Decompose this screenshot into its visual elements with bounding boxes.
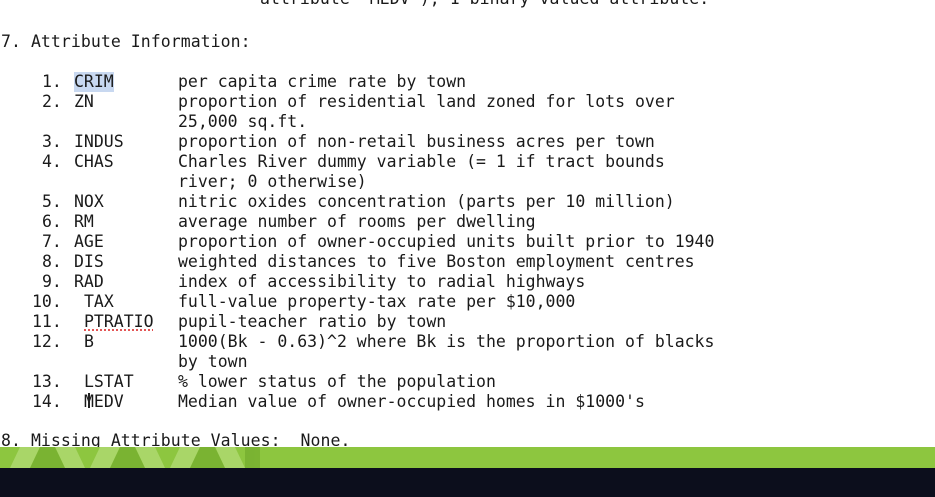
attribute-description: Median value of owner-occupied homes in …: [178, 392, 645, 411]
attribute-number: 3.: [42, 132, 62, 151]
attribute-description: average number of rooms per dwelling: [178, 212, 536, 231]
attribute-name: PTRATIO: [84, 312, 154, 331]
text-cursor-icon: [88, 393, 90, 408]
attribute-name: CRIM: [74, 72, 114, 92]
attribute-description: proportion of residential land zoned for…: [178, 92, 675, 111]
attribute-name: AGE: [74, 232, 104, 251]
attribute-number: 9.: [42, 272, 62, 291]
attribute-number: 11.: [32, 312, 62, 331]
dark-bottom-band: [0, 468, 935, 497]
attribute-name: TAX: [84, 292, 114, 311]
attribute-name: INDUS: [74, 132, 124, 151]
attribute-description: 25,000 sq.ft.: [178, 112, 308, 131]
attribute-number: 5.: [42, 192, 62, 211]
attribute-description: pupil-teacher ratio by town: [178, 312, 447, 331]
attribute-description: Charles River dummy variable (= 1 if tra…: [178, 152, 665, 171]
attribute-name: NOX: [74, 192, 104, 211]
attribute-number: 4.: [42, 152, 62, 171]
document-view[interactable]: attribute "MEDV"), 1 binary-valued attri…: [0, 0, 935, 449]
attribute-number: 12.: [32, 332, 62, 351]
attribute-name: LSTAT: [84, 372, 134, 391]
attribute-description: weighted distances to five Boston employ…: [178, 252, 695, 271]
attribute-name: B: [84, 332, 94, 351]
attribute-description: proportion of owner-occupied units built…: [178, 232, 715, 251]
attribute-number: 14.: [32, 392, 62, 411]
attribute-number: 2.: [42, 92, 62, 111]
attribute-name: ZN: [74, 92, 94, 111]
attribute-number: 1.: [42, 72, 62, 91]
attribute-number: 7.: [42, 232, 62, 251]
attribute-description: nitric oxides concentration (parts per 1…: [178, 192, 675, 211]
footer-banner: [0, 447, 935, 468]
attribute-name: DIS: [74, 252, 104, 271]
attribute-number: 13.: [32, 372, 62, 391]
attribute-description: 1000(Bk - 0.63)^2 where Bk is the propor…: [178, 332, 715, 351]
attribute-description: proportion of non-retail business acres …: [178, 132, 655, 151]
attribute-name: RM: [74, 212, 94, 231]
attribute-description: full-value property-tax rate per $10,000: [178, 292, 576, 311]
attribute-name: RAD: [74, 272, 104, 291]
attribute-number: 10.: [32, 292, 62, 311]
attribute-number: 6.: [42, 212, 62, 231]
attribute-description: % lower status of the population: [178, 372, 496, 391]
section-7-heading: 7. Attribute Information:: [1, 32, 251, 51]
attribute-number: 8.: [42, 252, 62, 271]
attribute-description: per capita crime rate by town: [178, 72, 467, 91]
attribute-description: index of accessibility to radial highway…: [178, 272, 586, 291]
attribute-name: CHAS: [74, 152, 114, 171]
footer-chevron-pattern: [10, 447, 260, 468]
cut-off-line: attribute "MEDV"), 1 binary-valued attri…: [260, 0, 709, 9]
attribute-description: river; 0 otherwise): [178, 172, 367, 191]
attribute-description: by town: [178, 352, 248, 371]
